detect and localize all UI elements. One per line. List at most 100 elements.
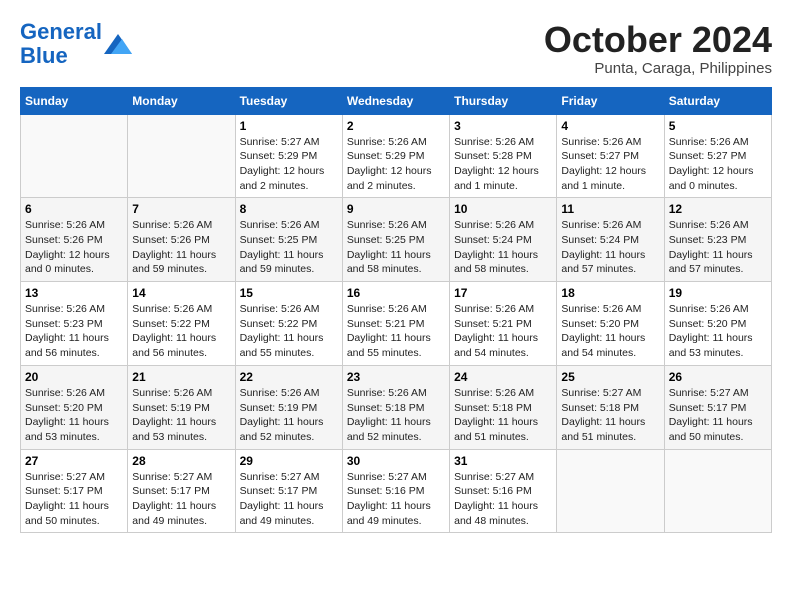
day-info: Sunrise: 5:27 AM Sunset: 5:16 PM Dayligh… [347,470,445,529]
col-header-thursday: Thursday [450,87,557,114]
day-info: Sunrise: 5:27 AM Sunset: 5:16 PM Dayligh… [454,470,552,529]
calendar-cell: 9 Sunrise: 5:26 AM Sunset: 5:25 PM Daylig… [342,198,449,282]
calendar-table: SundayMondayTuesdayWednesdayThursdayFrid… [20,87,772,534]
day-info: Sunrise: 5:27 AM Sunset: 5:29 PM Dayligh… [240,135,338,194]
day-number: 17 [454,286,552,300]
day-info: Sunrise: 5:26 AM Sunset: 5:20 PM Dayligh… [25,386,123,445]
calendar-cell: 26Sunrise: 5:27 AM Sunset: 5:17 PM Dayli… [664,365,771,449]
day-number: 15 [240,286,338,300]
logo-icon [104,34,132,54]
day-info: Sunrise: 5:26 AM Sunset: 5:22 PM Dayligh… [240,302,338,361]
calendar-cell: 7Sunrise: 5:26 AM Sunset: 5:26 PM Daylig… [128,198,235,282]
calendar-cell [557,449,664,533]
calendar-cell: 19 Sunrise: 5:26 AM Sunset: 5:20 PM Dayli… [664,282,771,366]
day-info: Sunrise: 5:26 AM Sunset: 5:18 PM Dayligh… [454,386,552,445]
calendar-cell: 10 Sunrise: 5:26 AM Sunset: 5:24 PM Dayli… [450,198,557,282]
day-number: 13 [25,286,123,300]
calendar-cell: 23 Sunrise: 5:26 AM Sunset: 5:18 PM Dayli… [342,365,449,449]
day-info: Sunrise: 5:26 AM Sunset: 5:19 PM Dayligh… [240,386,338,445]
day-info: Sunrise: 5:26 AM Sunset: 5:29 PM Dayligh… [347,135,445,194]
day-number: 31 [454,454,552,468]
col-header-monday: Monday [128,87,235,114]
calendar-cell: 21 Sunrise: 5:26 AM Sunset: 5:19 PM Dayli… [128,365,235,449]
day-number: 28 [132,454,230,468]
calendar-cell: 13Sunrise: 5:26 AM Sunset: 5:23 PM Dayli… [21,282,128,366]
day-number: 30 [347,454,445,468]
day-number: 23 [347,370,445,384]
calendar-cell: 15 Sunrise: 5:26 AM Sunset: 5:22 PM Dayli… [235,282,342,366]
day-info: Sunrise: 5:26 AM Sunset: 5:19 PM Dayligh… [132,386,230,445]
calendar-cell: 18Sunrise: 5:26 AM Sunset: 5:20 PM Dayli… [557,282,664,366]
col-header-saturday: Saturday [664,87,771,114]
calendar-cell: 31 Sunrise: 5:27 AM Sunset: 5:16 PM Dayli… [450,449,557,533]
day-info: Sunrise: 5:26 AM Sunset: 5:18 PM Dayligh… [347,386,445,445]
week-row-1: 1 Sunrise: 5:27 AM Sunset: 5:29 PM Daylig… [21,114,772,198]
calendar-cell: 6Sunrise: 5:26 AM Sunset: 5:26 PM Daylig… [21,198,128,282]
calendar-cell: 14 Sunrise: 5:26 AM Sunset: 5:22 PM Dayli… [128,282,235,366]
day-number: 12 [669,202,767,216]
day-number: 4 [561,119,659,133]
day-info: Sunrise: 5:27 AM Sunset: 5:17 PM Dayligh… [669,386,767,445]
day-info: Sunrise: 5:26 AM Sunset: 5:27 PM Dayligh… [561,135,659,194]
day-number: 20 [25,370,123,384]
day-info: Sunrise: 5:26 AM Sunset: 5:25 PM Dayligh… [347,218,445,277]
day-info: Sunrise: 5:26 AM Sunset: 5:24 PM Dayligh… [561,218,659,277]
day-number: 29 [240,454,338,468]
day-number: 16 [347,286,445,300]
day-number: 25 [561,370,659,384]
day-info: Sunrise: 5:26 AM Sunset: 5:24 PM Dayligh… [454,218,552,277]
calendar-cell: 25 Sunrise: 5:27 AM Sunset: 5:18 PM Dayli… [557,365,664,449]
col-header-sunday: Sunday [21,87,128,114]
col-header-tuesday: Tuesday [235,87,342,114]
day-number: 2 [347,119,445,133]
day-info: Sunrise: 5:26 AM Sunset: 5:27 PM Dayligh… [669,135,767,194]
calendar-cell: 4 Sunrise: 5:26 AM Sunset: 5:27 PM Daylig… [557,114,664,198]
calendar-cell: 12 Sunrise: 5:26 AM Sunset: 5:23 PM Dayli… [664,198,771,282]
day-number: 6 [25,202,123,216]
day-info: Sunrise: 5:26 AM Sunset: 5:22 PM Dayligh… [132,302,230,361]
day-number: 8 [240,202,338,216]
col-header-friday: Friday [557,87,664,114]
logo: GeneralBlue [20,20,132,68]
day-number: 1 [240,119,338,133]
day-info: Sunrise: 5:26 AM Sunset: 5:20 PM Dayligh… [669,302,767,361]
calendar-cell: 2 Sunrise: 5:26 AM Sunset: 5:29 PM Daylig… [342,114,449,198]
day-info: Sunrise: 5:26 AM Sunset: 5:21 PM Dayligh… [347,302,445,361]
calendar-cell: 8 Sunrise: 5:26 AM Sunset: 5:25 PM Daylig… [235,198,342,282]
calendar-cell: 29 Sunrise: 5:27 AM Sunset: 5:17 PM Dayli… [235,449,342,533]
logo-text: GeneralBlue [20,20,102,68]
title-area: October 2024 Punta, Caraga, Philippines [544,20,772,77]
day-number: 14 [132,286,230,300]
day-info: Sunrise: 5:26 AM Sunset: 5:25 PM Dayligh… [240,218,338,277]
calendar-cell: 30 Sunrise: 5:27 AM Sunset: 5:16 PM Dayli… [342,449,449,533]
calendar-cell: 27Sunrise: 5:27 AM Sunset: 5:17 PM Dayli… [21,449,128,533]
day-number: 10 [454,202,552,216]
day-info: Sunrise: 5:26 AM Sunset: 5:26 PM Dayligh… [132,218,230,277]
location: Punta, Caraga, Philippines [544,60,772,77]
calendar-cell: 28 Sunrise: 5:27 AM Sunset: 5:17 PM Dayli… [128,449,235,533]
day-info: Sunrise: 5:26 AM Sunset: 5:20 PM Dayligh… [561,302,659,361]
day-number: 22 [240,370,338,384]
month-title: October 2024 [544,20,772,60]
day-number: 24 [454,370,552,384]
day-info: Sunrise: 5:26 AM Sunset: 5:28 PM Dayligh… [454,135,552,194]
day-info: Sunrise: 5:27 AM Sunset: 5:18 PM Dayligh… [561,386,659,445]
day-info: Sunrise: 5:27 AM Sunset: 5:17 PM Dayligh… [132,470,230,529]
week-row-4: 20 Sunrise: 5:26 AM Sunset: 5:20 PM Dayli… [21,365,772,449]
day-number: 19 [669,286,767,300]
calendar-cell [664,449,771,533]
calendar-cell: 1 Sunrise: 5:27 AM Sunset: 5:29 PM Daylig… [235,114,342,198]
week-row-3: 13Sunrise: 5:26 AM Sunset: 5:23 PM Dayli… [21,282,772,366]
calendar-cell: 16 Sunrise: 5:26 AM Sunset: 5:21 PM Dayli… [342,282,449,366]
page-header: GeneralBlue October 2024 Punta, Caraga, … [20,20,772,77]
day-info: Sunrise: 5:27 AM Sunset: 5:17 PM Dayligh… [240,470,338,529]
day-number: 9 [347,202,445,216]
day-number: 21 [132,370,230,384]
calendar-cell: 11Sunrise: 5:26 AM Sunset: 5:24 PM Dayli… [557,198,664,282]
calendar-cell: 3Sunrise: 5:26 AM Sunset: 5:28 PM Daylig… [450,114,557,198]
calendar-cell: 17Sunrise: 5:26 AM Sunset: 5:21 PM Dayli… [450,282,557,366]
calendar-cell: 24 Sunrise: 5:26 AM Sunset: 5:18 PM Dayli… [450,365,557,449]
day-number: 5 [669,119,767,133]
calendar-cell [21,114,128,198]
day-info: Sunrise: 5:26 AM Sunset: 5:23 PM Dayligh… [669,218,767,277]
